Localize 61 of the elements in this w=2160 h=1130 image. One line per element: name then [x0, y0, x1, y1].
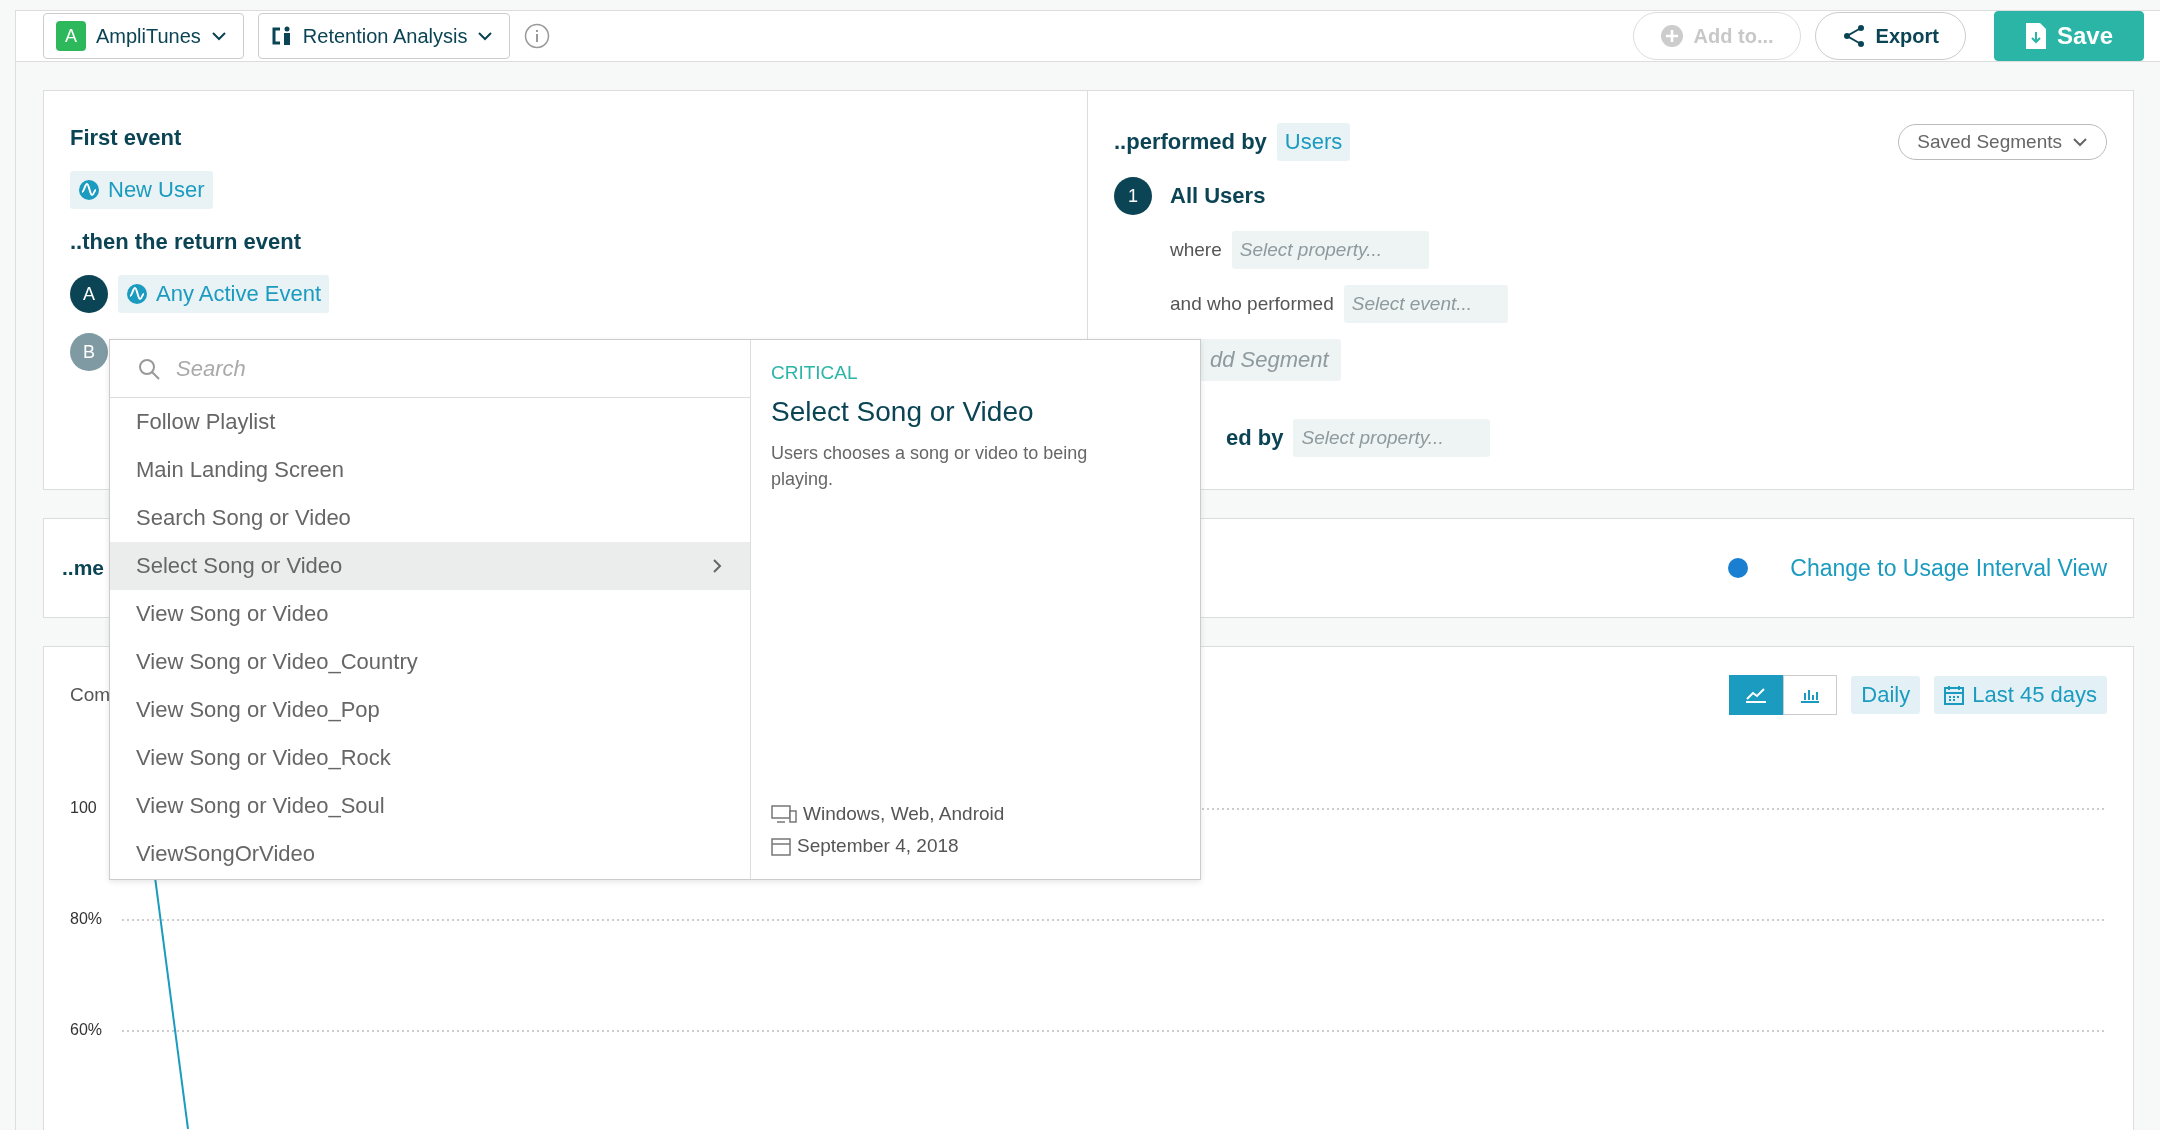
event-option[interactable]: View Song or Video_Rock — [110, 734, 750, 782]
project-name: AmpliTunes — [96, 24, 201, 48]
event-title: Select Song or Video — [771, 396, 1035, 428]
file-download-icon — [2024, 22, 2047, 50]
info-icon[interactable] — [524, 23, 551, 49]
retention-icon — [270, 26, 293, 46]
where-label: where — [1170, 239, 1222, 261]
line-chart-icon — [1745, 687, 1768, 703]
event-icon — [126, 283, 148, 305]
y-axis-label: 60% — [70, 1021, 104, 1040]
bar-chart-toggle[interactable] — [1783, 675, 1838, 715]
event-option[interactable]: Main Landing Screen — [110, 446, 750, 494]
event-option[interactable]: View Song or Video_Pop — [110, 686, 750, 734]
y-axis-label: 100 — [70, 799, 98, 818]
number-badge: 1 — [1114, 177, 1152, 215]
segment-name: All Users — [1170, 183, 1266, 209]
event-description: Users chooses a song or video to being playing. — [771, 442, 1089, 491]
event-option[interactable]: Select Song or Video — [110, 542, 750, 590]
chart-type-dropdown[interactable]: Retention Analysis — [257, 13, 511, 59]
event-option[interactable]: View Song or Video_Country — [110, 638, 750, 686]
status-dot — [1728, 558, 1749, 578]
property-field[interactable]: Select property... — [1293, 419, 1491, 457]
section-heading: First event — [70, 125, 183, 151]
grouped-by-label: ed by — [1226, 425, 1284, 451]
section-heading: ..me — [62, 556, 105, 580]
chevron-down-icon — [477, 31, 494, 41]
bar-chart-icon — [1800, 687, 1821, 703]
performed-label: and who performed — [1170, 293, 1334, 315]
event-option[interactable]: Search Song or Video — [110, 494, 750, 542]
event-date: September 4, 2018 — [797, 835, 959, 857]
event-option[interactable]: ViewSongOrVideo — [110, 830, 750, 878]
calendar-icon — [1944, 685, 1965, 705]
chart-title: Com — [70, 684, 111, 706]
chart-type-label: Retention Analysis — [302, 24, 468, 48]
project-dropdown[interactable]: A AmpliTunes — [43, 13, 244, 59]
y-axis-label: 80% — [70, 910, 104, 929]
saved-segments-dropdown[interactable]: Saved Segments — [1898, 124, 2107, 160]
letter-badge: B — [70, 333, 108, 371]
event-category: CRITICAL — [771, 362, 859, 384]
chevron-down-icon — [210, 31, 227, 41]
section-heading: ..performed by — [1114, 129, 1267, 155]
event-option[interactable]: View Song or Video — [110, 590, 750, 638]
export-button[interactable]: Export — [1814, 12, 1966, 60]
project-badge: A — [56, 21, 86, 51]
letter-badge: A — [70, 275, 108, 313]
event-option[interactable]: Follow Playlist — [110, 398, 750, 446]
plus-icon — [1659, 24, 1684, 48]
line-chart-toggle[interactable] — [1729, 675, 1784, 715]
chevron-right-icon — [712, 558, 722, 574]
devices-icon — [771, 805, 797, 823]
property-field[interactable]: Select property... — [1231, 231, 1429, 269]
event-field[interactable]: Select event... — [1343, 285, 1508, 323]
calendar-icon — [771, 836, 791, 856]
share-icon — [1841, 24, 1866, 48]
section-heading: ..then the return event — [70, 229, 303, 255]
usage-interval-link[interactable]: Change to Usage Interval View — [1790, 554, 2107, 582]
chevron-down-icon — [2072, 137, 2088, 147]
search-icon — [138, 357, 160, 380]
event-option[interactable]: View Song or Video_Soul — [110, 782, 750, 830]
event-icon — [78, 179, 100, 201]
event-platforms: Windows, Web, Android — [803, 803, 1005, 825]
